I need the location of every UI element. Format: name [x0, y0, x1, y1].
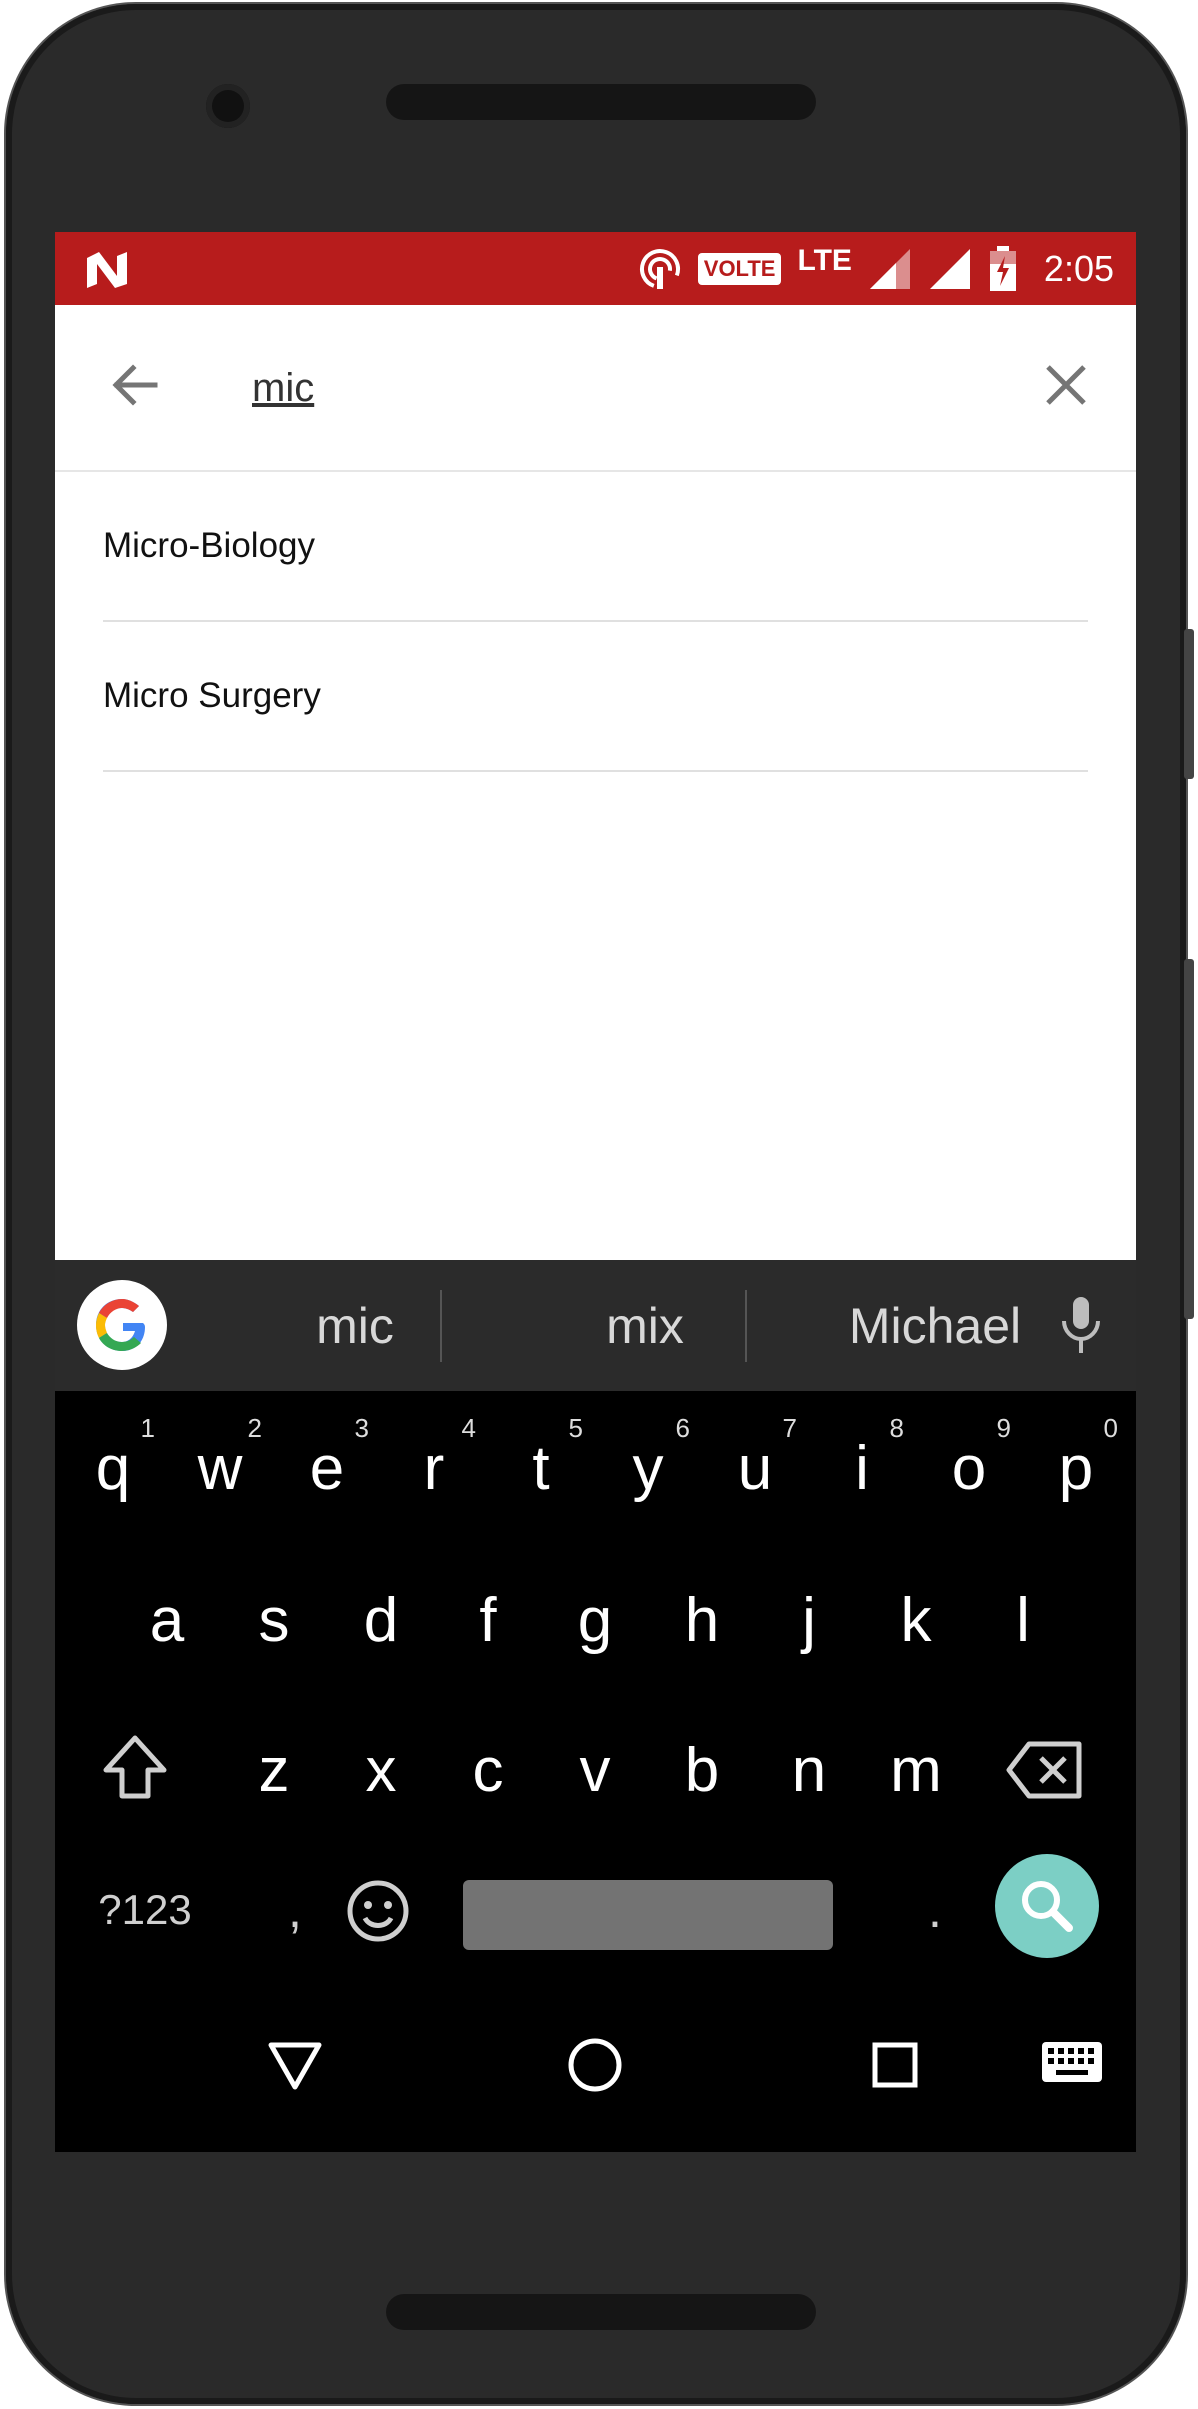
symbols-key[interactable]: ?123 [75, 1860, 215, 1960]
status-bar: VOLTE LTE 2:05 [55, 232, 1136, 305]
close-icon[interactable] [1036, 355, 1096, 415]
key-w[interactable]: w2 [170, 1403, 270, 1533]
key-y[interactable]: y6 [598, 1403, 698, 1533]
period-key[interactable]: . [910, 1860, 960, 1960]
key-c[interactable]: c [438, 1705, 538, 1835]
top-speaker-grille [386, 84, 816, 120]
network-type: LTE [797, 243, 852, 277]
google-g-icon[interactable] [77, 1280, 167, 1370]
volte-badge: VOLTE [697, 252, 782, 285]
search-input[interactable] [250, 357, 954, 419]
result-label: Micro-Biology [103, 526, 315, 565]
key-b[interactable]: b [652, 1705, 752, 1835]
key-h[interactable]: h [652, 1555, 752, 1685]
key-q[interactable]: q1 [63, 1403, 163, 1533]
key-g[interactable]: g [545, 1555, 645, 1685]
bottom-speaker-grille [386, 2294, 816, 2330]
search-bar [55, 305, 1136, 472]
circle-home-icon[interactable] [565, 2035, 625, 2095]
key-i[interactable]: i8 [812, 1403, 912, 1533]
key-x[interactable]: x [331, 1705, 431, 1835]
arrow-left-icon[interactable] [105, 355, 165, 415]
signal-icon [869, 248, 910, 289]
search-key[interactable] [995, 1854, 1099, 1958]
comma-key[interactable]: , [270, 1860, 320, 1960]
soft-keyboard: mic mix Michael q1 w2 e3 r4 t5 y6 u7 i8 … [55, 1260, 1136, 2152]
signal-2-icon [929, 248, 970, 289]
key-z[interactable]: z [224, 1705, 324, 1835]
shift-icon[interactable] [100, 1732, 170, 1802]
microphone-icon[interactable] [1056, 1295, 1106, 1355]
key-m[interactable]: m [866, 1705, 966, 1835]
android-n-icon [87, 252, 127, 288]
suggestion-3[interactable]: Michael [785, 1260, 1085, 1391]
key-r[interactable]: r4 [384, 1403, 484, 1533]
battery-icon [989, 245, 1016, 291]
front-camera [206, 84, 250, 128]
suggestion-strip: mic mix Michael [55, 1260, 1136, 1391]
list-item[interactable]: Micro Surgery [103, 622, 1088, 772]
triangle-back-icon[interactable] [265, 2035, 325, 2095]
list-item[interactable]: Micro-Biology [103, 472, 1088, 622]
key-j[interactable]: j [759, 1555, 859, 1685]
clock: 2:05 [1043, 247, 1114, 289]
key-p[interactable]: p0 [1026, 1403, 1126, 1533]
search-icon [1022, 1881, 1073, 1932]
divider [745, 1290, 747, 1362]
suggestion-1[interactable]: mic [205, 1260, 505, 1391]
hotspot-icon [639, 248, 680, 289]
suggestion-2[interactable]: mix [495, 1260, 795, 1391]
space-bar[interactable] [463, 1880, 833, 1950]
power-button [1184, 629, 1194, 779]
key-v[interactable]: v [545, 1705, 645, 1835]
key-t[interactable]: t5 [491, 1403, 591, 1533]
key-a[interactable]: a [117, 1555, 217, 1685]
keyboard-icon[interactable] [1040, 2040, 1104, 2090]
screen: VOLTE LTE 2:05 mic Micro-Biology Micro S… [55, 232, 1136, 2152]
emoji-icon[interactable] [345, 1878, 411, 1944]
key-o[interactable]: o9 [919, 1403, 1019, 1533]
key-n[interactable]: n [759, 1705, 859, 1835]
square-recents-icon[interactable] [865, 2035, 925, 2095]
key-d[interactable]: d [331, 1555, 431, 1685]
volume-button [1184, 959, 1194, 1319]
key-l[interactable]: l [973, 1555, 1073, 1685]
key-f[interactable]: f [438, 1555, 538, 1685]
result-label: Micro Surgery [103, 676, 321, 715]
backspace-icon[interactable] [1005, 1740, 1085, 1800]
key-k[interactable]: k [866, 1555, 966, 1685]
key-s[interactable]: s [224, 1555, 324, 1685]
divider [440, 1290, 442, 1362]
key-e[interactable]: e3 [277, 1403, 377, 1533]
key-u[interactable]: u7 [705, 1403, 805, 1533]
